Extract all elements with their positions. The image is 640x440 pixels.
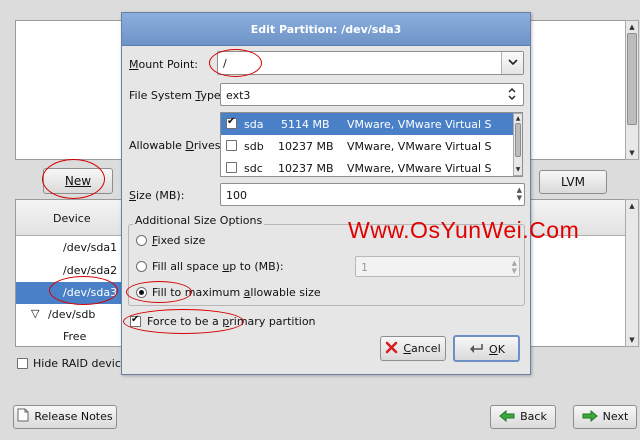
fill-all-radio[interactable] — [136, 261, 147, 272]
back-button-label: Back — [520, 410, 547, 423]
drive-checkbox[interactable] — [226, 162, 237, 173]
spin-arrows-icon[interactable]: ▲ ▼ — [512, 259, 517, 275]
expander-icon[interactable]: ▽ — [31, 307, 39, 320]
scroll-up-icon[interactable]: ▲ — [626, 23, 638, 31]
size-label: Size (MB): — [129, 189, 185, 202]
device-label: /dev/sda2 — [63, 264, 118, 277]
fs-type-select[interactable]: ext3 — [220, 83, 524, 106]
drive-model: VMware, VMware Virtual S — [347, 140, 492, 153]
scrollbar-thumb[interactable] — [627, 33, 637, 125]
cancel-x-icon — [385, 339, 398, 362]
document-icon — [17, 408, 29, 430]
fs-type-value: ext3 — [226, 89, 251, 102]
table-row[interactable]: Free — [16, 326, 122, 346]
drive-name: sdc — [244, 162, 263, 175]
annotation-oval-new — [42, 159, 105, 199]
fill-all-spinbutton[interactable]: 1 ▲ ▼ — [355, 256, 520, 277]
drive-model: VMware, VMware Virtual S — [347, 118, 492, 131]
watermark: Www.OsYunWei.Com — [348, 217, 580, 243]
drive-size: 10237 MB — [278, 162, 334, 175]
drive-model: VMware, VMware Virtual S — [347, 162, 492, 175]
next-arrow-icon — [582, 408, 598, 430]
scrollbar-thumb[interactable] — [515, 123, 521, 157]
drives-scrollbar[interactable]: ▲ ▼ — [513, 113, 522, 176]
hide-raid-checkbox[interactable] — [17, 358, 28, 369]
lvm-button[interactable]: LVM — [539, 170, 607, 194]
size-spinbutton[interactable]: 100 ▲ ▼ — [220, 183, 525, 206]
device-label: Free — [63, 330, 87, 343]
drive-size: 10237 MB — [278, 140, 334, 153]
fill-all-label: Fill all space up to (MB): — [152, 260, 284, 273]
updown-icon[interactable] — [501, 84, 523, 105]
cancel-button-label: Cancel — [403, 342, 441, 355]
device-column-header[interactable]: Device — [53, 212, 91, 225]
fs-type-label: File System Type: — [129, 89, 225, 102]
fixed-size-radio[interactable] — [136, 235, 147, 246]
scroll-down-icon[interactable]: ▼ — [626, 149, 638, 157]
top-panel-scrollbar[interactable]: ▲ ▼ — [625, 20, 639, 160]
scroll-up-icon[interactable]: ▲ — [626, 202, 638, 210]
device-label: /dev/sdb — [48, 308, 96, 321]
drive-size: 5114 MB — [281, 118, 330, 131]
drive-row-sdc[interactable]: sdc 10237 MB VMware, VMware Virtual S — [221, 157, 513, 176]
hide-raid-label: Hide RAID device/ — [33, 357, 132, 370]
next-button-label: Next — [602, 410, 629, 423]
ok-arrow-icon — [468, 339, 484, 364]
ok-button[interactable]: OK — [453, 335, 520, 362]
scroll-up-icon[interactable]: ▲ — [514, 115, 522, 123]
drive-name: sdb — [244, 140, 264, 153]
drive-name: sda — [244, 118, 264, 131]
spin-arrows-icon[interactable]: ▲ ▼ — [517, 186, 522, 202]
device-table-scrollbar[interactable]: ▲ ▼ — [625, 199, 639, 347]
dialog-title: Edit Partition: /dev/sda3 — [122, 13, 530, 46]
drive-row-sda[interactable]: sda 5114 MB VMware, VMware Virtual S — [221, 113, 513, 135]
lvm-button-label: LVM — [561, 175, 585, 189]
cancel-button[interactable]: Cancel — [380, 336, 446, 361]
additional-size-options-title: Additional Size Options — [133, 214, 265, 227]
annotation-oval-sda3 — [49, 276, 118, 305]
scroll-down-icon[interactable]: ▼ — [514, 166, 522, 174]
ok-button-label: OK — [489, 343, 505, 356]
drive-row-sdb[interactable]: sdb 10237 MB VMware, VMware Virtual S — [221, 135, 513, 157]
drive-checkbox[interactable] — [226, 140, 237, 151]
mount-point-label: Mount Point: — [129, 58, 199, 71]
fill-all-value: 1 — [361, 261, 368, 274]
allowable-drives-list[interactable]: sda 5114 MB VMware, VMware Virtual S sdb… — [220, 112, 523, 177]
release-notes-label: Release Notes — [34, 410, 113, 423]
fixed-size-label: Fixed size — [152, 234, 206, 247]
table-row[interactable]: ▽ /dev/sdb — [16, 304, 122, 326]
device-label: /dev/sda1 — [63, 241, 118, 254]
chevron-down-icon[interactable] — [501, 52, 523, 74]
release-notes-button[interactable]: Release Notes — [13, 405, 117, 429]
annotation-oval-mount-point — [209, 49, 262, 77]
annotation-oval-force-primary — [123, 309, 244, 334]
drive-checkbox[interactable] — [226, 116, 237, 129]
allowable-drives-label: Allowable Drives: — [129, 139, 225, 152]
back-button[interactable]: Back — [490, 405, 556, 429]
annotation-oval-fill-max — [126, 281, 192, 303]
size-value: 100 — [226, 189, 247, 202]
next-button[interactable]: Next — [573, 405, 637, 429]
mount-point-combo[interactable]: / — [217, 51, 524, 75]
table-row[interactable]: /dev/sda1 — [16, 237, 122, 259]
scroll-down-icon[interactable]: ▼ — [626, 336, 638, 344]
back-arrow-icon — [499, 408, 515, 430]
